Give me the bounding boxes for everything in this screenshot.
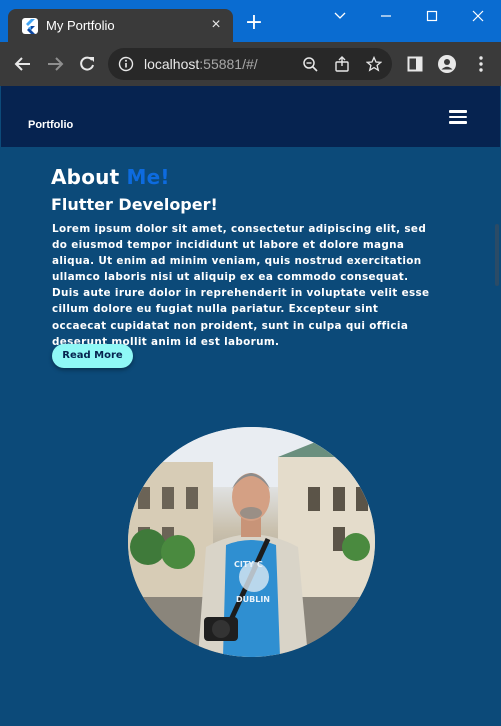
zoom-icon[interactable] [302, 56, 318, 72]
profile-photo: CITY C DUBLIN [128, 427, 375, 657]
about-heading-accent: Me! [126, 165, 170, 189]
close-window-icon[interactable] [464, 6, 492, 26]
side-panel-icon[interactable] [405, 54, 425, 74]
chevron-down-icon[interactable] [326, 6, 354, 26]
maximize-icon[interactable] [418, 6, 446, 26]
profile-icon[interactable] [437, 54, 457, 74]
address-bar[interactable]: localhost:55881/#/ [108, 48, 392, 80]
about-heading: About Me! [51, 165, 170, 189]
subtitle: Flutter Developer! [51, 195, 218, 214]
app-bar: Portfolio [1, 86, 500, 147]
browser-tab[interactable]: My Portfolio × [8, 9, 233, 43]
brand-title[interactable]: Portfolio [28, 119, 73, 131]
new-tab-button[interactable]: + [244, 12, 264, 34]
kebab-menu-icon[interactable] [471, 54, 491, 74]
page-scrollbar[interactable] [495, 224, 499, 286]
page-content: Portfolio About Me! Flutter Developer! L… [1, 86, 500, 726]
forward-arrow-icon[interactable] [45, 54, 65, 74]
url-host: localhost [144, 56, 200, 72]
share-icon[interactable] [334, 56, 350, 72]
reload-icon[interactable] [77, 54, 97, 74]
about-heading-white: About [51, 165, 127, 189]
flutter-favicon-icon [22, 18, 38, 34]
read-more-button[interactable]: Read More [52, 344, 133, 368]
info-icon[interactable] [118, 56, 134, 72]
back-arrow-icon[interactable] [13, 54, 33, 74]
tab-close-icon[interactable]: × [208, 17, 224, 33]
star-icon[interactable] [365, 55, 383, 72]
shirt-text-bottom: DUBLIN [236, 595, 270, 604]
shirt-text-top: CITY C [234, 560, 263, 569]
about-body-text: Lorem ipsum dolor sit amet, consectetur … [52, 223, 430, 348]
minimize-icon[interactable] [372, 6, 400, 26]
hamburger-menu-icon[interactable] [449, 110, 467, 124]
browser-toolbar: localhost:55881/#/ [0, 42, 501, 86]
url-text[interactable]: localhost:55881/#/ [144, 56, 258, 72]
browser-titlebar: My Portfolio × + [0, 0, 501, 43]
tab-title: My Portfolio [46, 18, 115, 33]
url-path: :55881/#/ [199, 56, 258, 72]
